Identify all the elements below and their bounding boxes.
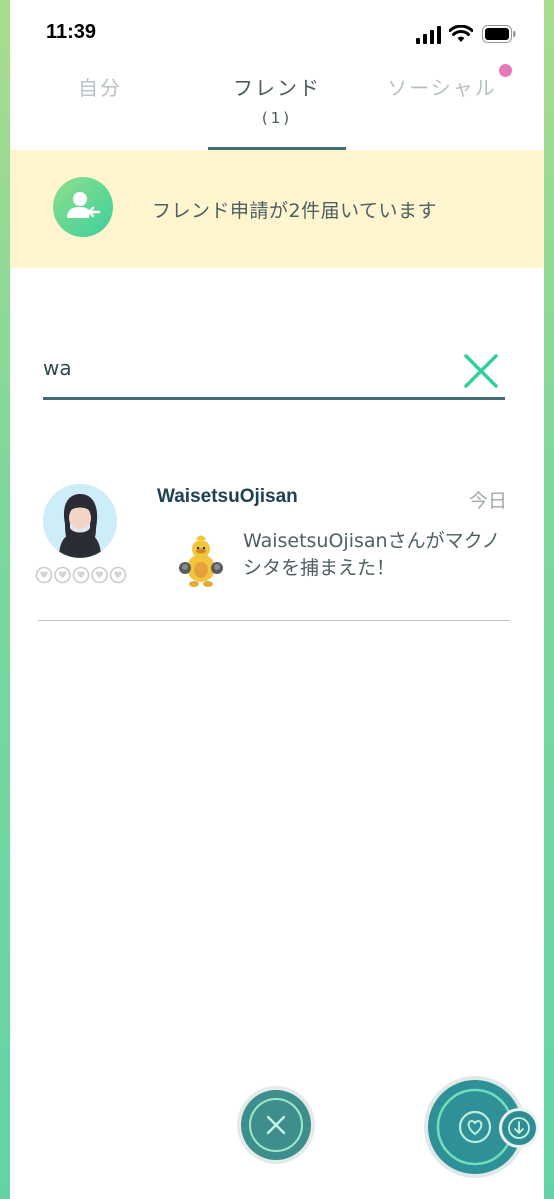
wifi-icon: [449, 25, 473, 42]
status-icons: [416, 24, 526, 46]
add-friend-icon: [53, 177, 113, 237]
friend-name: WaisetsuOjisan: [157, 486, 298, 507]
arrow-down-icon: [508, 1117, 530, 1139]
status-time: 11:39: [46, 21, 97, 43]
pokemon-icon: [178, 534, 224, 590]
friendship-level-hearts: [35, 566, 127, 584]
close-icon: [249, 1098, 303, 1152]
close-icon: [464, 354, 498, 388]
friend-request-text: フレンド申請が2件届いています: [152, 200, 438, 222]
friend-request-banner[interactable]: フレンド申請が2件届いています: [10, 150, 544, 268]
search-bar: [43, 345, 505, 400]
tab-self-label: 自分: [78, 76, 122, 100]
status-bar: 11:39: [10, 0, 544, 62]
last-activity-date: 今日: [468, 490, 507, 512]
receive-gift-button[interactable]: [499, 1108, 539, 1148]
tab-friends[interactable]: フレンド (1): [207, 62, 347, 127]
activity-text: WaisetsuOjisanさんがマクノシタを捕まえた！: [243, 530, 501, 579]
clear-search-button[interactable]: [463, 353, 499, 389]
tab-bar: 自分 フレンド (1) ソーシャル: [10, 62, 544, 151]
close-button[interactable]: [241, 1090, 311, 1160]
signal-icon: [416, 26, 441, 44]
search-input[interactable]: [43, 351, 443, 385]
battery-icon: [482, 25, 516, 43]
tab-self[interactable]: 自分: [70, 62, 130, 101]
friend-count: (1): [261, 109, 293, 127]
avatar[interactable]: [43, 484, 117, 558]
social-notification-dot: [499, 64, 512, 77]
tab-friends-label: フレンド: [233, 76, 321, 100]
tab-social[interactable]: ソーシャル: [382, 62, 502, 101]
friend-list-item[interactable]: WaisetsuOjisan 今日 WaisetsuOjisanさんがマクノシタ…: [35, 476, 510, 621]
tab-social-label: ソーシャル: [387, 76, 497, 100]
app-screen: 11:39 自分 フレンド (1) ソーシャル フレンド申請が2件届いています …: [10, 0, 544, 1199]
